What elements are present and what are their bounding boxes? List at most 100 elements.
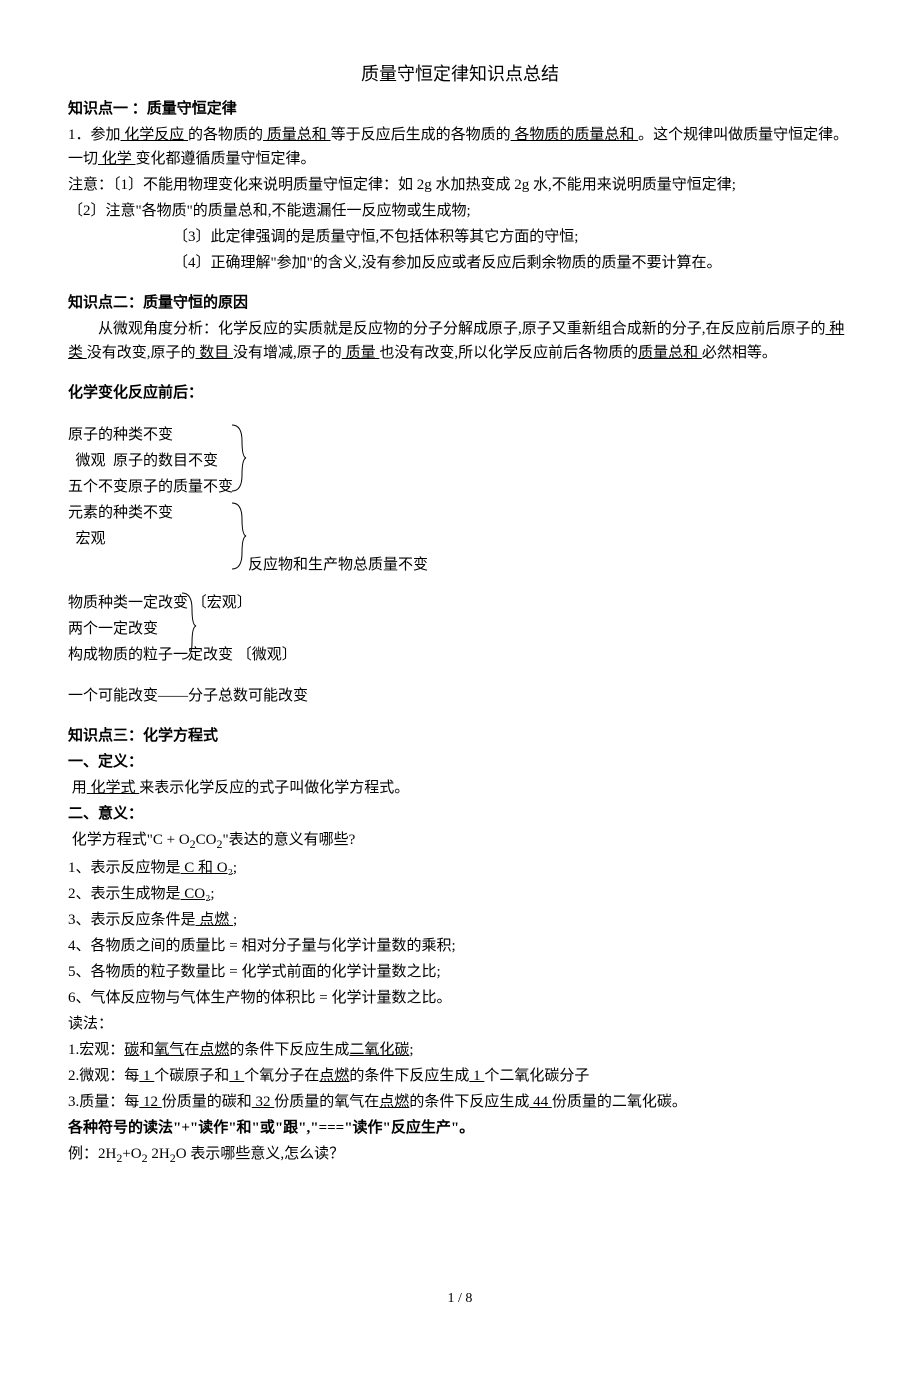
t: O 表示哪些意义,怎么读？ [176, 1146, 344, 1162]
blank: 化学 [98, 151, 136, 167]
d1-body: 用 化学式 来表示化学反应的式子叫做化学方程式。 [68, 776, 852, 800]
change-block: 化学变化反应前后： 原子的种类不变 微观 原子的数目不变 五个不变原子的质量不变… [68, 381, 852, 708]
m1: 1、表示反应物是 C 和 O₂; [68, 856, 852, 880]
sym: 各种符号的读法"+"读作"和"或"跟","==="读作"反应生产"。 [68, 1116, 852, 1140]
blank: 各物质的质量总和 [511, 127, 639, 143]
kp1-p1: 1．参加 化学反应 的各物质的 质量总和 等于反应后生成的各物质的 各物质的质量… [68, 123, 852, 171]
g4: 一个可能改变——分子总数可能改变 [68, 684, 852, 708]
t: 份质量的二氧化碳。 [552, 1094, 687, 1110]
read: 读法： [68, 1012, 852, 1036]
t: 3、表示反应条件是 [68, 912, 196, 928]
f3: 五个不变原子的质量不变 [68, 475, 852, 499]
d2-body: 化学方程式"C + O2CO2"表达的意义有哪些? [68, 828, 852, 854]
t: 宏观 [76, 531, 106, 547]
f1: 原子的种类不变 [68, 423, 852, 447]
t: 的各物质的 [188, 127, 263, 143]
t: 2、表示生成物是 [68, 886, 181, 902]
kp3-heading: 知识点三：化学方程式 [68, 724, 852, 748]
blank: 1 [139, 1068, 154, 1084]
page-footer: 1 / 8 [68, 1288, 852, 1310]
f4: 元素的种类不变 [68, 501, 852, 525]
f5b: 反应物和生产物总质量不变 [68, 553, 852, 577]
brace-icon [228, 501, 248, 571]
t: 在 [184, 1042, 199, 1058]
blank: CO₂ [181, 886, 211, 902]
kp2-heading: 知识点二：质量守恒的原因 [68, 291, 852, 315]
t: 的条件下反应生成 [349, 1068, 469, 1084]
t: 必然相等。 [702, 345, 777, 361]
m3: 3、表示反应条件是 点燃 ; [68, 908, 852, 932]
brace-icon [178, 591, 198, 661]
blank: 点燃 [199, 1042, 229, 1058]
t: +O [122, 1146, 141, 1162]
m4: 4、各物质之间的质量比 = 相对分子量与化学计量数的乘积; [68, 934, 852, 958]
blank: 质量总和 [263, 127, 331, 143]
t: 的条件下反应生成 [229, 1042, 349, 1058]
page-title: 质量守恒定律知识点总结 [68, 60, 852, 89]
brace-icon [228, 423, 248, 493]
t: ; [233, 912, 237, 928]
r2: 2.微观：每 1 个碳原子和 1 个氧分子在点燃的条件下反应生成 1 个二氧化碳… [68, 1064, 852, 1088]
kp1-note2: 〔2〕注意"各物质"的质量总和,不能遗漏任一反应物或生成物; [68, 199, 852, 223]
blank: 点燃 [196, 912, 234, 928]
example: 例：2H2+O2 2H2O 表示哪些意义,怎么读？ [68, 1142, 852, 1168]
t: ; [210, 886, 214, 902]
t: 1、表示反应物是 [68, 860, 181, 876]
five-unchanged: 原子的种类不变 微观 原子的数目不变 五个不变原子的质量不变 元素的种类不变 宏… [68, 423, 852, 573]
change-heading: 化学变化反应前后： [68, 381, 852, 405]
t: 原子的数目不变 [113, 453, 218, 469]
blank: 化学反应 [121, 127, 189, 143]
blank: 12 [139, 1094, 162, 1110]
t: 2H [148, 1146, 170, 1162]
r1: 1.宏观：碳和氧气在点燃的条件下反应生成二氧化碳; [68, 1038, 852, 1062]
f5a: 宏观 [68, 527, 852, 551]
t: 化学方程式"C + O [72, 832, 190, 848]
blank: 44 [529, 1094, 552, 1110]
t: 也没有改变,所以化学反应前后各物质的 [379, 345, 638, 361]
blank: 数目 [196, 345, 234, 361]
r3: 3.质量：每 12 份质量的碳和 32 份质量的氧气在点燃的条件下反应生成 44… [68, 1090, 852, 1114]
blank: 质量 [342, 345, 380, 361]
kp1-note4: 〔4〕正确理解"参加"的含义,没有参加反应或者反应后剩余物质的质量不要计算在。 [68, 251, 852, 275]
kp1-heading: 知识点一 ：质量守恒定律 [68, 97, 852, 121]
m2: 2、表示生成物是 CO₂; [68, 882, 852, 906]
blank: 点燃 [379, 1094, 409, 1110]
t: 2.微观：每 [68, 1068, 139, 1084]
blank: 点燃 [319, 1068, 349, 1084]
t: 份质量的氧气在 [274, 1094, 379, 1110]
t: 变化都遵循质量守恒定律。 [136, 151, 316, 167]
f2: 微观 原子的数目不变 [68, 449, 852, 473]
t: 没有增减,原子的 [233, 345, 342, 361]
t: 用 [72, 780, 87, 796]
t: 个氧分子在 [244, 1068, 319, 1084]
blank: 质量总和 [638, 345, 702, 361]
kp1-note3: 〔3〕此定律强调的是质量守恒,不包括体积等其它方面的守恒; [68, 225, 852, 249]
t: 和 [139, 1042, 154, 1058]
blank: C 和 O₂ [181, 860, 233, 876]
t: 份质量的碳和 [162, 1094, 252, 1110]
kp2-body: 从微观角度分析：化学反应的实质就是反应物的分子分解成原子,原子又重新组合成新的分… [68, 317, 852, 365]
kp3-block: 知识点三：化学方程式 一、定义： 用 化学式 来表示化学反应的式子叫做化学方程式… [68, 724, 852, 1168]
kp1-note1: 注意：〔1〕不能用物理变化来说明质量守恒定律：如 2g 水加热变成 2g 水,不… [68, 173, 852, 197]
t: 个二氧化碳分子 [484, 1068, 589, 1084]
d1: 一、定义： [68, 750, 852, 774]
t: 微观 [76, 453, 106, 469]
t: 1.宏观： [68, 1042, 124, 1058]
t: ; [233, 860, 237, 876]
t: 等于反应后生成的各物质的 [331, 127, 511, 143]
blank: 氧气 [154, 1042, 184, 1058]
m6: 6、气体反应物与气体生产物的体积比 = 化学计量数之比。 [68, 986, 852, 1010]
t: 个碳原子和 [154, 1068, 229, 1084]
t: 从微观角度分析：化学反应的实质就是反应物的分子分解成原子,原子又重新组合成新的分… [98, 321, 826, 337]
blank: 化学式 [87, 780, 140, 796]
blank: 二氧化碳 [349, 1042, 409, 1058]
blank: 1 [469, 1068, 484, 1084]
t: 例：2H [68, 1146, 116, 1162]
t: 来表示化学反应的式子叫做化学方程式。 [139, 780, 409, 796]
page-container: 质量守恒定律知识点总结 知识点一 ：质量守恒定律 1．参加 化学反应 的各物质的… [68, 60, 852, 1340]
t: 的条件下反应生成 [409, 1094, 529, 1110]
blank: 1 [229, 1068, 244, 1084]
blank: 碳 [124, 1042, 139, 1058]
t: 没有改变,原子的 [87, 345, 196, 361]
t: "表达的意义有哪些? [223, 832, 356, 848]
